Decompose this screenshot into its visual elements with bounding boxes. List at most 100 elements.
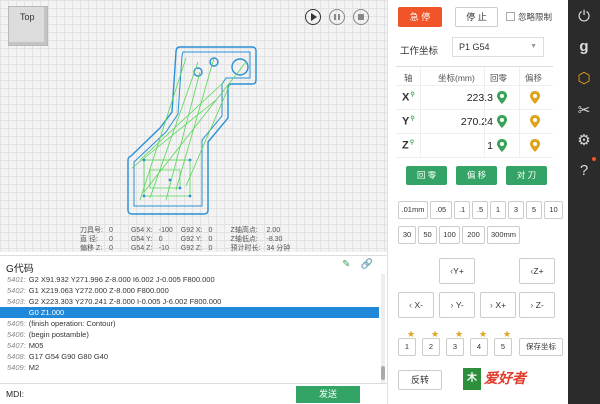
info-label: G92 X:	[180, 227, 203, 234]
step-button[interactable]: 300mm	[487, 226, 520, 244]
home-axis-pin-icon[interactable]	[497, 115, 507, 128]
home-axis-pin-icon[interactable]	[497, 139, 507, 152]
gcode-line-number: 5405:	[7, 319, 26, 328]
gcode-line[interactable]: 5404: G0 Z1.000	[0, 307, 379, 318]
info-label: G54 X:	[130, 227, 153, 234]
step-button[interactable]: 3	[508, 201, 524, 219]
gcode-line-number: 5407:	[7, 341, 26, 350]
emergency-stop-button[interactable]: 急 停	[398, 7, 442, 27]
gcode-line[interactable]: 5401: G2 X91.932 Y271.996 Z-8.000 I6.002 …	[0, 274, 379, 285]
info-value: 34 分钟	[266, 245, 291, 252]
3d-viewport[interactable]: Top 刀具号: 0 G54 X: -100 G92 X: 0 Z轴高点: 2.00 直 径: 0…	[0, 0, 387, 252]
gcode-line-text: (finish operation: Contour)	[28, 319, 116, 328]
info-label: Z轴低点:	[230, 236, 258, 243]
step-button[interactable]: 30	[398, 226, 416, 244]
jog-x-minus-button[interactable]: ‹ X-	[398, 292, 434, 318]
ignore-limit-checkbox[interactable]: 忽略限制	[506, 11, 552, 23]
step-button[interactable]: 50	[418, 226, 437, 244]
info-label: Z轴高点:	[230, 227, 258, 234]
send-button[interactable]: 发送	[296, 386, 360, 403]
preset-button[interactable]: 2	[422, 338, 440, 356]
toolpath-preview	[127, 46, 257, 215]
preset-button[interactable]: 3	[446, 338, 464, 356]
ignore-limit-label: 忽略限制	[518, 12, 553, 22]
link-icon[interactable]: 🔗	[361, 259, 373, 270]
gcode-line[interactable]: 5409: M2	[0, 362, 379, 373]
gcode-line-number: 5408:	[7, 352, 26, 361]
gcode-line[interactable]: 5403: G2 X223.303 Y270.241 Z-8.000 I-0.00…	[0, 296, 379, 307]
offset-axis-pin-icon[interactable]	[530, 139, 540, 152]
jog-z-plus-button[interactable]: ‹Z+	[519, 258, 555, 284]
info-label: 预计时长:	[230, 245, 261, 252]
header-axis: 轴	[404, 73, 413, 83]
scrollbar-thumb[interactable]	[381, 366, 385, 380]
gears-icon[interactable]: ⚙	[575, 132, 593, 150]
gcode-line-number: 5403:	[7, 297, 26, 306]
info-label: 偏移 Z:	[80, 245, 103, 252]
step-button[interactable]: 200	[462, 226, 485, 244]
gcode-line[interactable]: 5408: G17 G54 G90 G80 G40	[0, 351, 379, 362]
info-value: 0	[108, 245, 113, 252]
gcode-line-text: G2 X91.932 Y271.996 Z-8.000 I6.002 J-0.0…	[28, 275, 215, 284]
step-button[interactable]: 10	[544, 201, 563, 219]
step-button[interactable]: .1	[454, 201, 470, 219]
jog-z-minus-button[interactable]: › Z-	[519, 292, 555, 318]
icon-rail: ⏻ g ⬡ ✂ ⚙ ?	[568, 0, 600, 404]
offset-button[interactable]: 偏 移	[456, 166, 497, 185]
home-button[interactable]: 回 零	[406, 166, 447, 185]
gcode-list[interactable]: 5401: G2 X91.932 Y271.996 Z-8.000 I6.002 …	[0, 274, 379, 384]
hole-large	[231, 58, 249, 76]
preset-button[interactable]: 1	[398, 338, 416, 356]
gcode-line-text: G1 X219.063 Y272.000 Z-8.000 F800.000	[28, 286, 169, 295]
chevron-down-icon: ▼	[530, 43, 537, 50]
cube-icon[interactable]: ⬡	[575, 70, 593, 88]
gcode-line-number: 5409:	[7, 363, 26, 372]
gcode-line[interactable]: 5406: (begin postamble)	[0, 329, 379, 340]
info-value: 0	[158, 236, 163, 243]
machine-info-grid: 刀具号: 0 G54 X: -100 G92 X: 0 Z轴高点: 2.00 直 径: 0 G54 …	[80, 226, 296, 252]
info-label: G92 Z:	[180, 245, 203, 252]
header-offset: 偏移	[525, 73, 543, 83]
jog-y-plus-button[interactable]: ‹Y+	[439, 258, 475, 284]
jog-y-minus-button[interactable]: › Y-	[439, 292, 475, 318]
gcode-line-number: 5404:	[7, 308, 26, 317]
stop-button[interactable]: 停 止	[455, 7, 498, 27]
edit-icon[interactable]: ✎	[342, 259, 350, 270]
step-button[interactable]: .05	[430, 201, 452, 219]
wcs-label: 工作坐标	[400, 46, 439, 57]
header-coord: 坐标(mm)	[438, 73, 475, 83]
axis-value: 1	[487, 140, 493, 152]
step-button[interactable]: 1	[490, 201, 506, 219]
preset-button[interactable]: 5	[494, 338, 512, 356]
info-value: -100	[158, 227, 173, 234]
reverse-button[interactable]: 反转	[398, 370, 442, 390]
preset-button[interactable]: 4	[470, 338, 488, 356]
offset-axis-pin-icon[interactable]	[530, 91, 540, 104]
gcode-line[interactable]: 5407: M05	[0, 340, 379, 351]
google-icon[interactable]: g	[575, 38, 593, 56]
wcs-select[interactable]: P1 G54 ▼	[452, 37, 544, 57]
gcode-line-text: G17 G54 G90 G80 G40	[28, 352, 108, 361]
step-button[interactable]: 100	[439, 226, 460, 244]
info-value: 2.00	[266, 227, 281, 234]
step-button[interactable]: .01mm	[398, 201, 428, 219]
offset-axis-pin-icon[interactable]	[530, 115, 540, 128]
gcode-line[interactable]: 5402: G1 X219.063 Y272.000 Z-8.000 F800.0…	[0, 285, 379, 296]
header-home: 回零	[490, 73, 508, 83]
gcode-line-text: (begin postamble)	[28, 330, 89, 339]
tools-icon[interactable]: ✂	[575, 102, 593, 120]
jog-x-plus-button[interactable]: › X+	[480, 292, 516, 318]
power-icon[interactable]: ⏻	[575, 8, 593, 26]
gcode-scrollbar[interactable]	[381, 274, 385, 384]
tool-probe-button[interactable]: 对 刀	[506, 166, 547, 185]
jog-x-plus-label: X+	[495, 300, 507, 310]
gcode-line-text: M2	[28, 363, 40, 372]
step-button[interactable]: 5	[526, 201, 542, 219]
gcode-line[interactable]: 5405: (finish operation: Contour)	[0, 318, 379, 329]
save-coordinates-button[interactable]: 保存坐标	[519, 338, 563, 356]
help-icon[interactable]: ?	[575, 162, 593, 180]
mdi-input[interactable]	[30, 387, 292, 402]
home-axis-pin-icon[interactable]	[497, 91, 507, 104]
axis-name: Y⚲	[402, 115, 415, 128]
step-button[interactable]: .5	[472, 201, 488, 219]
